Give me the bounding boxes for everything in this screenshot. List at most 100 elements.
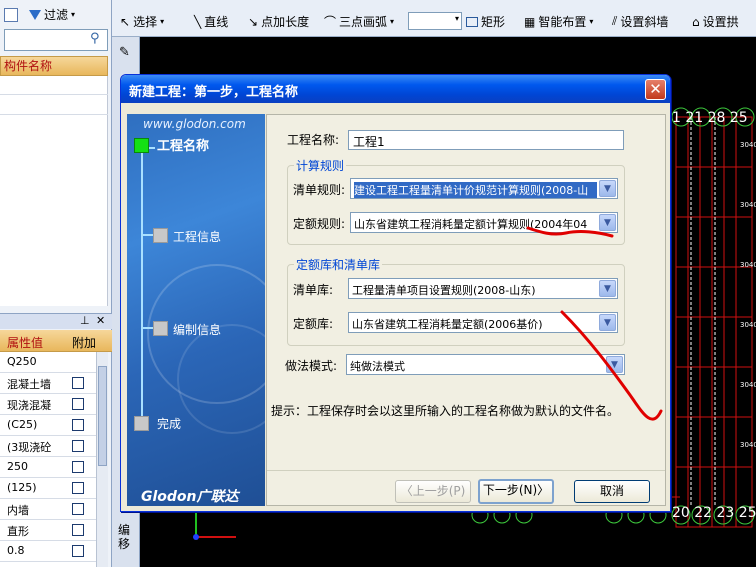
method-label: 做法模式:: [285, 359, 338, 373]
set-slope-wall-tool[interactable]: ⫽ 设置斜墙: [612, 13, 668, 30]
property-value[interactable]: 现浇混凝: [7, 397, 51, 413]
step-indicator: [134, 416, 149, 431]
steps-connector: [141, 147, 143, 427]
close-button[interactable]: ✕: [645, 79, 666, 100]
dialog-titlebar[interactable]: 新建工程：第一步，工程名称 ✕: [121, 75, 670, 103]
step-indicator: [153, 321, 168, 336]
search-icon[interactable]: ⚲: [90, 31, 100, 46]
chevron-down-icon[interactable]: ▾: [390, 17, 394, 26]
button-divider: [267, 470, 665, 471]
new-project-dialog: 新建工程：第一步，工程名称 ✕ www.glodon.com 工程名称 工程信息…: [120, 74, 671, 512]
property-value[interactable]: 0.8: [7, 544, 25, 557]
arch-icon: ⌂: [692, 14, 700, 29]
extra-checkbox[interactable]: [72, 524, 84, 536]
rect-icon: [466, 16, 478, 27]
properties-table[interactable]: Q250 混凝土墙 现浇混凝 (C25) (3现浇砼 250 (125) 内墙 …: [0, 352, 96, 567]
line-label: 直线: [204, 15, 229, 29]
rect-tool[interactable]: 矩形: [466, 13, 505, 30]
extra-checkbox[interactable]: [72, 482, 84, 494]
rect-label: 矩形: [481, 15, 506, 29]
set-slope-wall-label: 设置斜墙: [620, 15, 669, 29]
method-select[interactable]: 纯做法模式 ▼: [346, 354, 625, 375]
filter-label[interactable]: 过滤: [44, 6, 68, 23]
draw-icon[interactable]: ✎: [119, 45, 130, 60]
extra-checkbox[interactable]: [72, 545, 84, 557]
arc-tool[interactable]: ⌒ 三点画弧 ▾: [324, 13, 394, 30]
chevron-down-icon[interactable]: ▼: [599, 280, 616, 297]
chevron-down-icon[interactable]: ▾: [455, 14, 459, 23]
step-indicator: [153, 228, 168, 243]
line-tool[interactable]: ╲ 直线: [194, 13, 228, 30]
list-rule-select[interactable]: 建设工程工程量清单计价规范计算规则(2008-山 ▼: [350, 178, 618, 199]
property-value[interactable]: (3现浇砼: [7, 439, 51, 455]
property-value[interactable]: 混凝土墙: [7, 376, 51, 392]
smart-layout-tool[interactable]: ▦ 智能布置 ▾: [524, 13, 593, 30]
svg-text:3040: 3040: [740, 381, 756, 389]
select-tool[interactable]: ↖ 选择 ▾: [120, 13, 164, 30]
scrollbar-thumb[interactable]: [98, 366, 107, 466]
properties-title-bar: ⊥ ✕: [0, 313, 112, 329]
point-length-tool[interactable]: ↘ 点加长度: [248, 13, 309, 30]
property-value[interactable]: 内墙: [7, 502, 29, 518]
property-value[interactable]: (125): [7, 481, 37, 494]
chevron-down-icon[interactable]: ▼: [606, 356, 623, 373]
arc-icon: ⌒: [324, 15, 337, 29]
quota-lib-select[interactable]: 山东省建筑工程消耗量定额(2006基价) ▼: [348, 312, 618, 333]
drawing-toolbar: ↖ 选择 ▾ ╲ 直线 ↘ 点加长度 ⌒ 三点画弧 ▾ ▾ 矩形 ▦ 智能布置 …: [112, 0, 756, 37]
chevron-down-icon[interactable]: ▼: [599, 314, 616, 331]
property-value-header: 属性值: [7, 336, 44, 350]
chevron-down-icon[interactable]: ▼: [599, 180, 616, 197]
svg-text:3040: 3040: [740, 261, 756, 269]
property-value[interactable]: Q250: [7, 355, 37, 368]
column-header-component-name[interactable]: 构件名称: [0, 56, 108, 76]
project-name-input[interactable]: 工程1: [348, 130, 624, 150]
glodon-logo: Glodon广联达: [141, 489, 239, 505]
panel-tools[interactable]: 过滤 ▾: [4, 6, 75, 23]
extra-checkbox[interactable]: [72, 419, 84, 431]
extra-checkbox[interactable]: [72, 503, 84, 515]
prev-button[interactable]: 〈上一步(P): [395, 480, 471, 503]
wizard-form: 工程名称: 工程1 计算规则 清单规则: 建设工程工程量清单计价规范计算规则(2…: [266, 114, 666, 506]
quota-rule-value: 山东省建筑工程消耗量定额计算规则(2004年04: [354, 218, 588, 231]
extra-checkbox[interactable]: [72, 461, 84, 473]
list-rule-value: 建设工程工程量清单计价规范计算规则(2008-山: [354, 182, 597, 198]
set-arch-tool[interactable]: ⌂ 设置拱: [692, 13, 739, 30]
chevron-down-icon[interactable]: ▾: [160, 17, 164, 26]
step-finish: 完成: [157, 417, 182, 431]
extra-checkbox[interactable]: [72, 440, 84, 452]
grid-axis-labels-bottom: 20 22 23 25: [672, 505, 756, 521]
close-panel-icon[interactable]: ✕: [96, 314, 105, 327]
property-extra-header: 附加: [72, 336, 97, 350]
list-lib-select[interactable]: 工程量清单项目设置规则(2008-山东) ▼: [348, 278, 618, 299]
point-length-icon: ↘: [248, 14, 259, 29]
step-project-info: 工程信息: [173, 230, 222, 244]
property-value[interactable]: 直形: [7, 523, 29, 539]
left-panel: 过滤 ▾ ⚲ 构件名称 ⊥ ✕ 属性值 附加 Q250 混凝土墙 现浇混凝 (C…: [0, 0, 112, 567]
pin-icon[interactable]: ⊥: [80, 314, 90, 327]
extra-checkbox[interactable]: [72, 398, 84, 410]
new-component-icon[interactable]: [4, 7, 18, 22]
method-value: 纯做法模式: [350, 360, 405, 373]
set-arch-label: 设置拱: [702, 15, 739, 29]
next-button[interactable]: 下一步(N)〉: [478, 479, 554, 504]
property-value[interactable]: (C25): [7, 418, 37, 431]
property-value[interactable]: 250: [7, 460, 28, 473]
component-list[interactable]: [0, 76, 108, 306]
slope-wall-icon: ⫽: [612, 14, 618, 28]
smart-layout-label: 智能布置: [538, 15, 587, 29]
properties-scrollbar[interactable]: [96, 352, 108, 567]
chevron-down-icon[interactable]: ▼: [599, 214, 616, 231]
list-lib-value: 工程量清单项目设置规则(2008-山东): [352, 284, 536, 297]
grid-axis-labels-top: 1 21 28 25: [672, 110, 748, 126]
chevron-down-icon[interactable]: ▾: [71, 10, 75, 19]
arc-mode-select[interactable]: ▾: [408, 12, 462, 30]
extra-checkbox[interactable]: [72, 377, 84, 389]
quota-lib-value: 山东省建筑工程消耗量定额(2006基价): [352, 318, 543, 331]
cancel-button[interactable]: 取消: [574, 480, 650, 503]
quota-rule-select[interactable]: 山东省建筑工程消耗量定额计算规则(2004年04 ▼: [350, 212, 618, 233]
move-tool-label[interactable]: 编 移: [118, 523, 134, 551]
chevron-down-icon[interactable]: ▾: [589, 17, 593, 26]
arc-label: 三点画弧: [339, 15, 388, 29]
library-title: 定额库和清单库: [294, 256, 383, 273]
quota-rule-label: 定额规则:: [293, 217, 346, 231]
